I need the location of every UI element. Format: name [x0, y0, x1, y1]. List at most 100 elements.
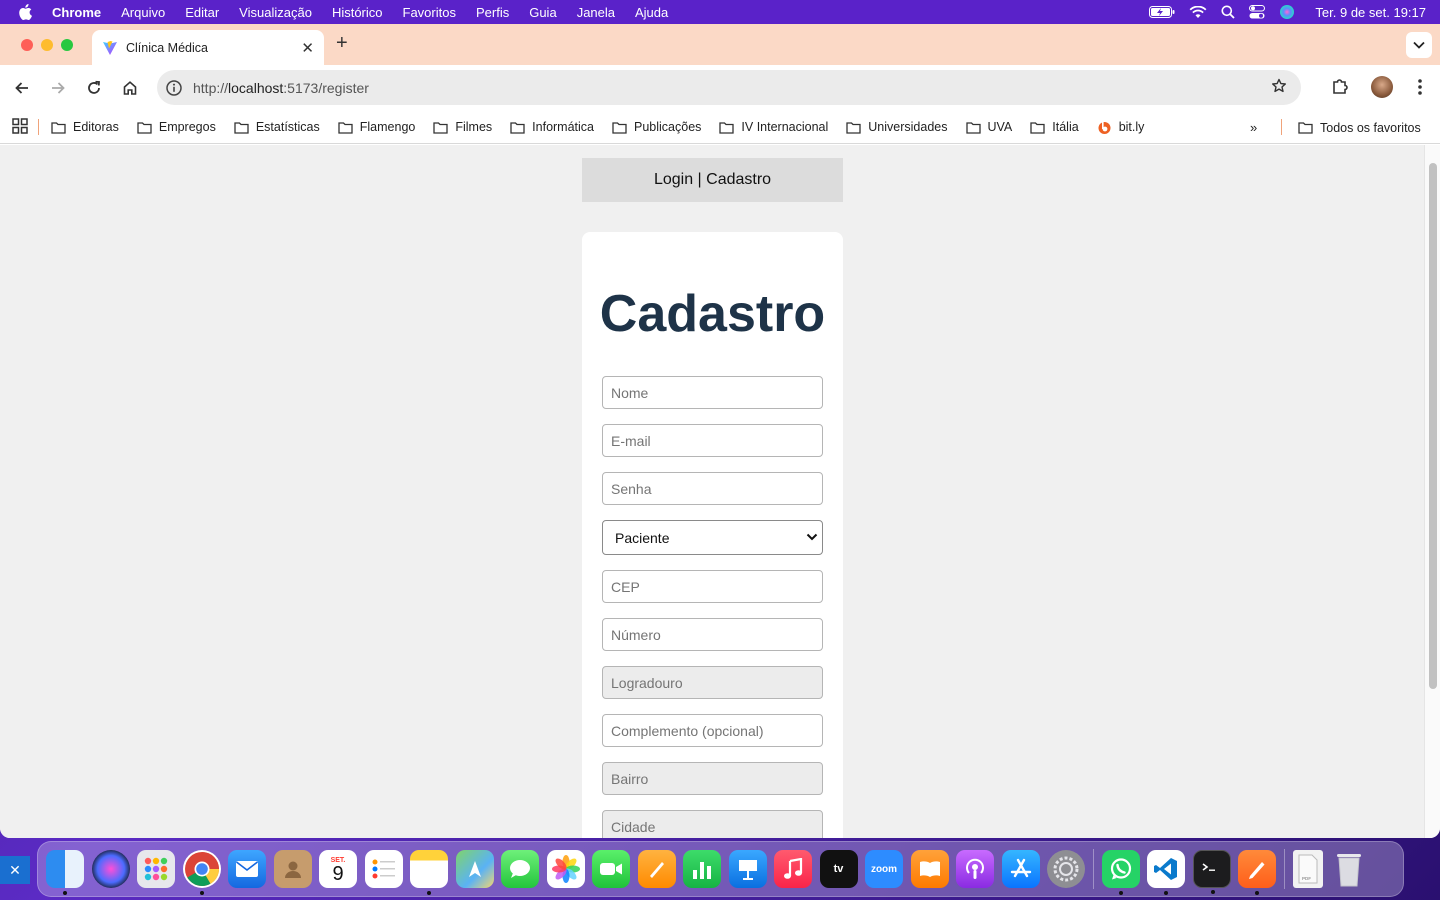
siri-app-icon[interactable]: [91, 850, 130, 888]
menu-ajuda[interactable]: Ajuda: [635, 5, 668, 20]
notes-icon[interactable]: [410, 850, 448, 895]
macos-dock: SET. 9 tv zoom PDF: [37, 841, 1404, 897]
auth-nav-links[interactable]: Login | Cadastro: [582, 158, 843, 202]
bookmark-folder-flamengo[interactable]: Flamengo: [338, 120, 415, 134]
messages-icon[interactable]: [501, 850, 539, 888]
city-input[interactable]: [602, 810, 823, 838]
menu-favoritos[interactable]: Favoritos: [403, 5, 456, 20]
bookmark-folder-filmes[interactable]: Filmes: [433, 120, 492, 134]
chrome-icon[interactable]: [182, 850, 221, 895]
calendar-day: 9: [332, 862, 344, 885]
numbers-icon[interactable]: [683, 850, 721, 888]
neighborhood-input[interactable]: [602, 762, 823, 795]
password-input[interactable]: [602, 472, 823, 505]
system-settings-icon[interactable]: [1047, 850, 1085, 888]
new-tab-button[interactable]: +: [336, 32, 348, 55]
app-store-icon[interactable]: [1001, 850, 1040, 888]
control-center-icon[interactable]: [1249, 5, 1266, 19]
vite-favicon-icon: [102, 40, 118, 56]
apple-tv-icon[interactable]: tv: [819, 850, 858, 888]
mail-icon[interactable]: [228, 850, 266, 888]
tab-clinica-medica[interactable]: Clínica Médica ✕: [92, 30, 324, 65]
spotlight-search-icon[interactable]: [1221, 5, 1236, 19]
wifi-icon[interactable]: [1189, 5, 1207, 19]
profile-avatar[interactable]: [1371, 76, 1393, 98]
bookmark-bitly[interactable]: bit.ly: [1097, 120, 1144, 135]
name-input[interactable]: [602, 376, 823, 409]
number-input[interactable]: [602, 618, 823, 651]
close-window-button[interactable]: [21, 38, 33, 51]
bookmark-folder-editoras[interactable]: Editoras: [51, 120, 119, 134]
home-button[interactable]: [112, 70, 148, 106]
maps-icon[interactable]: [455, 850, 494, 888]
pages-icon[interactable]: [637, 850, 676, 888]
books-icon[interactable]: [910, 850, 949, 888]
more-menu-icon[interactable]: [1418, 78, 1422, 101]
menu-janela[interactable]: Janela: [577, 5, 615, 20]
facetime-icon[interactable]: [592, 850, 630, 888]
back-button[interactable]: [4, 70, 40, 106]
vscode-icon[interactable]: [1147, 850, 1185, 895]
scrollbar-thumb[interactable]: [1429, 163, 1437, 689]
street-input[interactable]: [602, 666, 823, 699]
bookmark-folder-iv-internacional[interactable]: IV Internacional: [719, 120, 828, 134]
menu-arquivo[interactable]: Arquivo: [121, 5, 165, 20]
calendar-icon[interactable]: SET. 9: [319, 850, 357, 888]
bookmark-folder-universidades[interactable]: Universidades: [846, 120, 948, 134]
extensions-puzzle-icon[interactable]: [1330, 76, 1350, 101]
page-scrollbar[interactable]: [1424, 145, 1440, 838]
forward-button[interactable]: [40, 70, 76, 106]
pdf-document-icon[interactable]: PDF: [1292, 850, 1323, 888]
menu-visualizacao[interactable]: Visualização: [239, 5, 312, 20]
music-icon[interactable]: [774, 850, 812, 888]
finder-icon[interactable]: [46, 850, 84, 895]
menu-guia[interactable]: Guia: [529, 5, 556, 20]
siri-icon[interactable]: [1279, 4, 1295, 20]
tab-search-button[interactable]: [1406, 32, 1432, 58]
photos-icon[interactable]: [546, 850, 585, 888]
bookmark-folder-italia[interactable]: Itália: [1030, 120, 1079, 134]
trash-icon[interactable]: [1330, 850, 1368, 888]
menu-perfis[interactable]: Perfis: [476, 5, 509, 20]
bookmark-folder-estatisticas[interactable]: Estatísticas: [234, 120, 320, 134]
bookmark-folder-informatica[interactable]: Informática: [510, 120, 594, 134]
more-bookmarks-button[interactable]: »: [1250, 120, 1257, 135]
complement-input[interactable]: [602, 714, 823, 747]
folder-icon: [433, 121, 449, 134]
apple-menu-icon[interactable]: [18, 4, 40, 20]
address-bar[interactable]: http://localhost:5173/register: [157, 70, 1301, 105]
all-bookmarks-folder[interactable]: Todos os favoritos: [1298, 111, 1421, 144]
cep-input[interactable]: [602, 570, 823, 603]
reload-button[interactable]: [76, 70, 112, 106]
battery-icon[interactable]: [1149, 6, 1175, 18]
apps-grid-icon[interactable]: [12, 117, 28, 137]
launchpad-icon[interactable]: [137, 850, 175, 888]
menu-app-name[interactable]: Chrome: [52, 5, 101, 20]
bookmark-label: Estatísticas: [255, 120, 320, 134]
role-select[interactable]: Paciente: [602, 520, 823, 555]
site-info-icon[interactable]: [165, 79, 183, 97]
folder-icon: [338, 121, 353, 134]
menu-clock[interactable]: Ter. 9 de set. 19:17: [1315, 5, 1426, 20]
zoom-window-button[interactable]: [61, 38, 73, 51]
menu-historico[interactable]: Histórico: [332, 5, 383, 20]
bookmark-star-icon[interactable]: [1271, 78, 1287, 97]
bookmark-folder-uva[interactable]: UVA: [965, 120, 1012, 134]
terminal-icon[interactable]: [1192, 850, 1231, 894]
minimize-window-button[interactable]: [41, 38, 53, 51]
tab-close-icon[interactable]: ✕: [301, 39, 314, 57]
menu-editar[interactable]: Editar: [185, 5, 219, 20]
bookmark-folder-empregos[interactable]: Empregos: [137, 120, 216, 134]
chevron-down-icon: [1413, 41, 1425, 49]
pen-app-icon[interactable]: [1238, 850, 1276, 895]
bookmarks-separator: [38, 119, 39, 135]
email-input[interactable]: [602, 424, 823, 457]
zoom-icon[interactable]: zoom: [865, 850, 903, 888]
vscode-remote-icon[interactable]: ✕: [0, 856, 30, 884]
keynote-icon[interactable]: [728, 850, 767, 888]
bookmark-folder-publicacoes[interactable]: Publicações: [612, 120, 701, 134]
whatsapp-icon[interactable]: [1101, 850, 1140, 895]
reminders-icon[interactable]: [364, 850, 403, 888]
podcasts-icon[interactable]: [956, 850, 994, 888]
contacts-icon[interactable]: [273, 850, 312, 888]
